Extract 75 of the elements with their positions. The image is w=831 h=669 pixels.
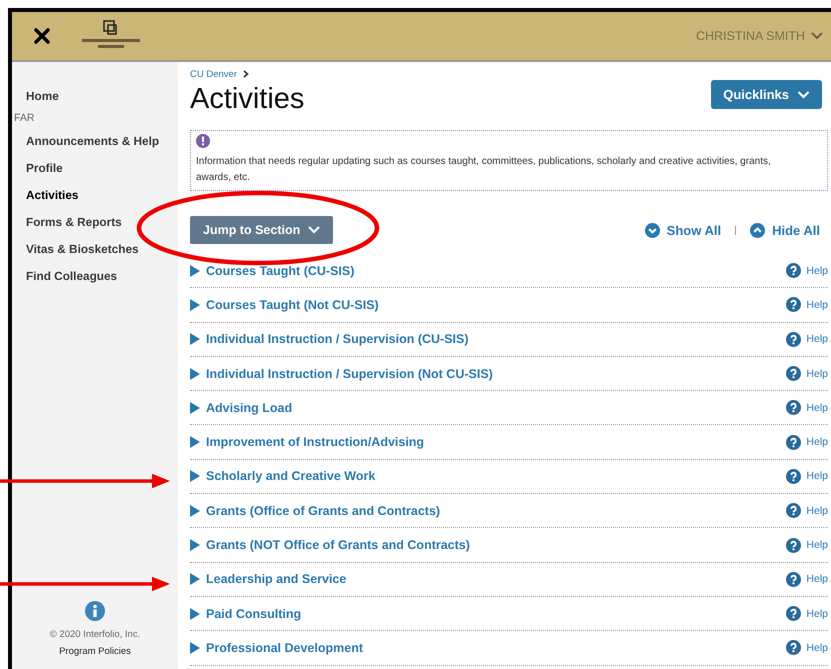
info-icon: [85, 601, 105, 621]
help-icon: [786, 434, 802, 450]
caret-icon: [308, 226, 320, 234]
help-link[interactable]: Help: [786, 434, 828, 450]
breadcrumb-link[interactable]: CU Denver: [190, 68, 237, 80]
help-link[interactable]: Help: [786, 468, 828, 484]
section-link[interactable]: Grants (Office of Grants and Contracts): [206, 504, 440, 518]
help-link[interactable]: Help: [786, 297, 828, 312]
user-menu[interactable]: CHRISTINA SMITH: [696, 29, 823, 43]
chevron-icon: [243, 70, 249, 78]
help-icon: [786, 332, 802, 347]
help-icon: [786, 640, 802, 656]
help-link[interactable]: Help: [786, 400, 828, 416]
sidebar-item[interactable]: Forms & Reports: [12, 209, 178, 236]
caret-icon: [797, 90, 810, 98]
help-icon: [786, 468, 802, 484]
expand-icon[interactable]: [190, 539, 200, 552]
policies-link[interactable]: Program Policies: [59, 646, 131, 657]
section-link[interactable]: Paid Consulting: [206, 606, 302, 621]
help-icon: [786, 366, 802, 382]
expand-icon[interactable]: [190, 436, 200, 448]
help-icon: [786, 400, 802, 416]
expand-icon[interactable]: [190, 298, 200, 311]
hide-all-link[interactable]: Hide All: [750, 222, 820, 238]
sidebar-item[interactable]: Vitas & Biosketches: [12, 236, 178, 263]
expand-icon[interactable]: [190, 608, 200, 620]
sidebar-heading: FAR: [13, 111, 36, 126]
expand-icon[interactable]: [190, 642, 200, 654]
chevron-down-icon: [644, 222, 660, 238]
notice-text: Information that needs regular updating such as courses taught, committees, publications, scholarly and creative activities, grants, awards, etc.: [196, 155, 772, 185]
section-link[interactable]: Courses Taught (CU-SIS): [206, 264, 354, 278]
section-link[interactable]: Leadership and Service: [206, 572, 346, 586]
section-link[interactable]: Improvement of Instruction/Advising: [206, 435, 424, 450]
help-icon: [786, 606, 802, 622]
help-link[interactable]: Help: [786, 332, 828, 347]
section-link[interactable]: Individual Instruction / Supervision (Not CU-SIS): [206, 366, 493, 381]
expand-icon[interactable]: [190, 573, 200, 586]
section-link[interactable]: Advising Load: [206, 400, 292, 415]
page-title: Activities: [190, 82, 304, 116]
alert-icon: [196, 134, 210, 148]
sidebar-item[interactable]: Home: [12, 83, 178, 110]
help-icon: [786, 572, 802, 587]
help-link[interactable]: Help: [786, 572, 828, 587]
expand-icon[interactable]: [190, 368, 200, 380]
help-icon: [786, 297, 802, 312]
help-link[interactable]: Help: [786, 263, 828, 278]
help-icon: [786, 263, 802, 278]
help-link[interactable]: Help: [786, 366, 828, 382]
help-link[interactable]: Help: [786, 503, 828, 518]
help-icon: [786, 503, 802, 518]
expand-icon[interactable]: [190, 402, 200, 414]
jump-to-section-button[interactable]: Jump to Section: [190, 216, 334, 244]
section-link[interactable]: Individual Instruction / Supervision (CU-SIS): [206, 332, 469, 346]
section-link[interactable]: Professional Development: [206, 640, 363, 655]
expand-icon[interactable]: [190, 504, 200, 517]
section-link[interactable]: Courses Taught (Not CU-SIS): [206, 298, 379, 312]
show-all-link[interactable]: Show All: [644, 222, 722, 238]
sidebar-item[interactable]: Activities: [12, 182, 178, 209]
chevron-up-icon: [750, 222, 766, 238]
expand-icon[interactable]: [190, 333, 200, 346]
help-link[interactable]: Help: [786, 606, 828, 622]
caret-icon: [811, 32, 823, 40]
close-icon[interactable]: [34, 28, 50, 44]
sidebar-item[interactable]: Find Colleagues: [12, 263, 178, 290]
sidebar-item[interactable]: Profile: [12, 155, 178, 182]
sidebar-item[interactable]: Announcements & Help: [12, 128, 178, 155]
expand-icon[interactable]: [190, 470, 200, 482]
expand-icon[interactable]: [190, 264, 200, 277]
help-link[interactable]: Help: [786, 538, 828, 553]
section-link[interactable]: Scholarly and Creative Work: [206, 469, 376, 484]
help-link[interactable]: Help: [786, 640, 828, 656]
quicklinks-button[interactable]: Quicklinks: [711, 80, 822, 109]
help-icon: [786, 538, 802, 553]
copyright-text: © 2020 Interfolio, Inc.: [50, 629, 140, 640]
section-link[interactable]: Grants (NOT Office of Grants and Contracts): [206, 538, 470, 552]
